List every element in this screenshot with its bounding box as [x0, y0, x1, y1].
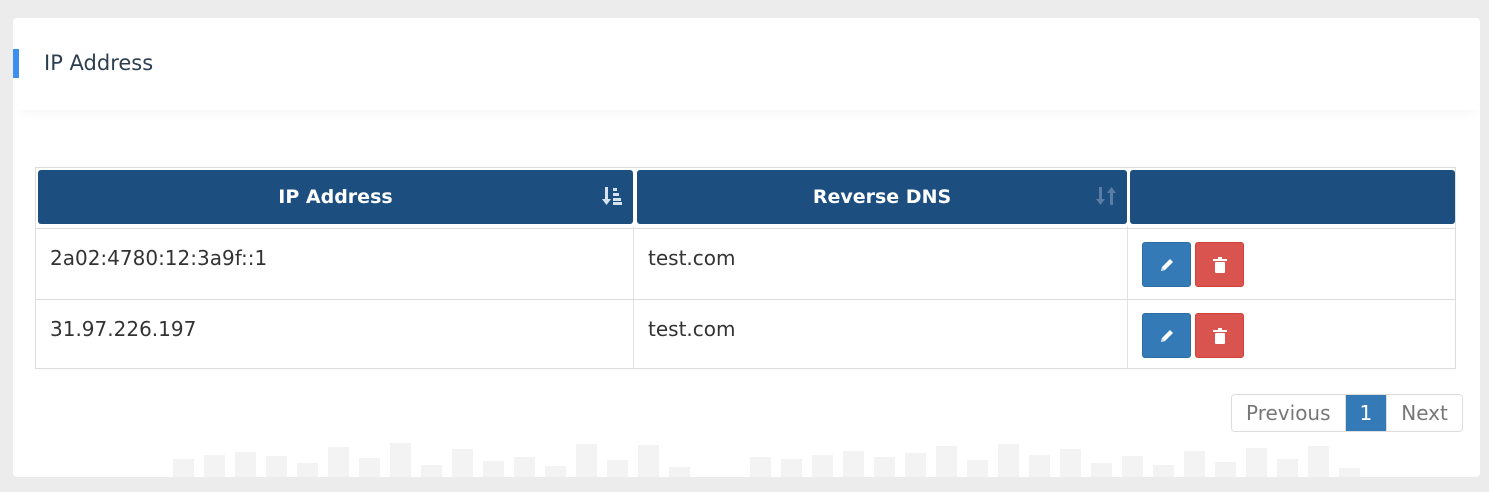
pagination: Previous 1 Next	[1231, 394, 1463, 432]
column-header-label: IP Address	[278, 186, 393, 208]
table-row: 2a02:4780:12:3a9f::1 test.com	[36, 228, 1455, 299]
table-header: IP Address Reverse DNS	[38, 170, 1455, 224]
sort-both-icon	[1096, 187, 1116, 205]
edit-button[interactable]	[1142, 242, 1191, 287]
previous-page-button[interactable]: Previous	[1232, 395, 1345, 431]
trash-icon	[1212, 327, 1227, 344]
ip-address-cell: 31.97.226.197	[50, 317, 197, 341]
panel-header: IP Address	[13, 18, 1480, 110]
header-accent-bar	[13, 49, 19, 78]
background-watermark	[173, 441, 1360, 477]
ip-address-table: IP Address Reverse DNS 2a02:4780:12:3a9f…	[35, 167, 1456, 369]
next-page-button[interactable]: Next	[1386, 395, 1462, 431]
column-header-reverse-dns[interactable]: Reverse DNS	[637, 170, 1127, 224]
ip-address-panel: IP Address IP Address Reverse DNS 2a02:4…	[13, 18, 1480, 477]
table-row: 31.97.226.197 test.com	[36, 299, 1455, 370]
edit-button[interactable]	[1142, 313, 1191, 358]
trash-icon	[1212, 256, 1227, 273]
reverse-dns-cell: test.com	[648, 317, 736, 341]
ip-address-cell: 2a02:4780:12:3a9f::1	[50, 246, 268, 270]
delete-button[interactable]	[1195, 242, 1244, 287]
column-header-actions	[1130, 170, 1455, 224]
page-1-button[interactable]: 1	[1344, 395, 1387, 431]
panel-title: IP Address	[44, 51, 154, 75]
pencil-icon	[1160, 258, 1173, 271]
pencil-icon	[1160, 329, 1173, 342]
column-header-label: Reverse DNS	[812, 186, 952, 208]
sort-ascending-icon	[602, 187, 622, 205]
column-header-ip-address[interactable]: IP Address	[38, 170, 633, 224]
delete-button[interactable]	[1195, 313, 1244, 358]
reverse-dns-cell: test.com	[648, 246, 736, 270]
